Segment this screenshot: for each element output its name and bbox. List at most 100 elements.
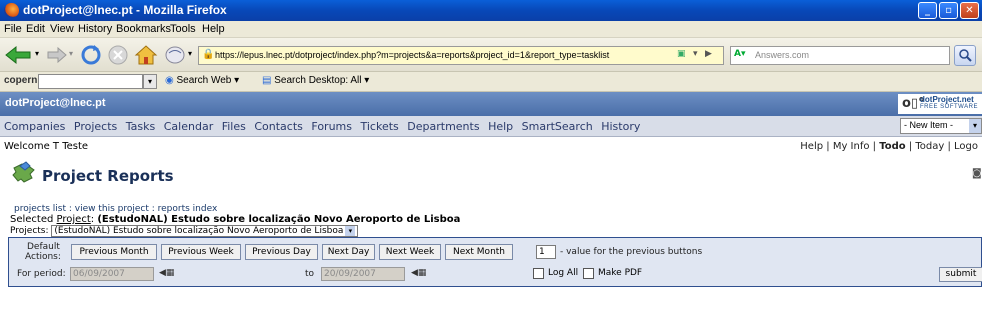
new-item-select[interactable]: - New Item - ▾ xyxy=(900,118,982,134)
copernic-search-input[interactable] xyxy=(38,74,143,89)
home-icon[interactable] xyxy=(134,43,158,67)
to-calendar-icon[interactable]: ◀▦ xyxy=(411,268,426,278)
default-actions-label-2: Actions: xyxy=(25,252,61,262)
welcome-text: Welcome T Teste xyxy=(4,141,89,152)
reload-icon[interactable] xyxy=(80,44,102,66)
search-go-button[interactable] xyxy=(954,45,976,66)
nav-departments[interactable]: Departments xyxy=(407,120,479,133)
search-box[interactable]: A▾ Answers.com xyxy=(730,46,950,65)
todo-link[interactable]: Todo xyxy=(879,141,905,152)
desktop-icon: ▤ xyxy=(262,75,272,86)
nav-help[interactable]: Help xyxy=(488,120,513,133)
maximize-button[interactable]: ▫ xyxy=(939,2,958,19)
from-calendar-icon[interactable]: ◀▦ xyxy=(159,268,174,278)
logout-link[interactable]: Logo xyxy=(954,141,978,152)
next-month-button[interactable]: Next Month xyxy=(445,244,513,260)
app-header: dotProject@lnec.pt xyxy=(0,92,982,116)
app-navigation: Companies Projects Tasks Calendar Files … xyxy=(0,116,982,137)
url-dropdown-icon[interactable]: ▾ xyxy=(693,49,698,59)
url-bar[interactable]: 🔒 https://lepus.lnec.pt/dotproject/index… xyxy=(198,46,724,65)
back-dropdown-icon[interactable]: ▾ xyxy=(35,49,39,58)
app-brand[interactable]: dotProject@lnec.pt xyxy=(5,97,106,109)
nav-history[interactable]: History xyxy=(601,120,640,133)
projects-label: Projects: xyxy=(10,226,52,236)
menu-history[interactable]: History xyxy=(78,23,112,35)
nav-files[interactable]: Files xyxy=(222,120,246,133)
menu-file[interactable]: File xyxy=(4,23,22,35)
globe-icon: ◉ xyxy=(165,75,174,86)
nav-calendar[interactable]: Calendar xyxy=(164,120,213,133)
today-link[interactable]: Today xyxy=(915,141,944,152)
minimize-button[interactable]: _ xyxy=(918,2,937,19)
separator: | xyxy=(944,141,955,152)
stop-icon[interactable] xyxy=(107,44,129,66)
menu-bookmarks[interactable]: Bookmarks xyxy=(116,23,171,35)
separator: | xyxy=(869,141,880,152)
search-desktop-label: Search Desktop: All xyxy=(274,75,362,86)
next-day-button[interactable]: Next Day xyxy=(322,244,375,260)
to-date-input[interactable]: 20/09/2007 xyxy=(321,267,405,281)
previous-month-button[interactable]: Previous Month xyxy=(71,244,157,260)
menu-tools[interactable]: Tools xyxy=(170,23,196,35)
ssl-icon[interactable]: ▣ xyxy=(677,49,686,59)
my-info-link[interactable]: My Info xyxy=(833,141,870,152)
copernic-dropdown-icon[interactable]: ▾ xyxy=(143,74,157,89)
firefox-icon xyxy=(4,3,19,18)
search-placeholder: Answers.com xyxy=(755,50,810,60)
page-dropdown-icon[interactable]: ▾ xyxy=(188,49,192,58)
breadcrumb[interactable]: projects list : view this project : repo… xyxy=(14,204,217,214)
previous-week-button[interactable]: Previous Week xyxy=(161,244,241,260)
search-engine-icon[interactable]: A▾ xyxy=(734,49,745,59)
menu-edit[interactable]: Edit xyxy=(26,23,45,35)
logo-line-1: dotProject.net xyxy=(920,95,974,104)
search-web-label: Search Web xyxy=(176,75,232,86)
nav-tasks[interactable]: Tasks xyxy=(126,120,155,133)
forward-icon[interactable] xyxy=(46,47,68,63)
separator: | xyxy=(823,141,833,152)
project-select[interactable]: (EstudoNAL) Estudo sobre localização Nov… xyxy=(51,225,359,237)
help-link[interactable]: Help xyxy=(800,141,823,152)
search-web-button[interactable]: ◉ Search Web ▾ xyxy=(165,75,239,86)
url-text[interactable]: https://lepus.lnec.pt/dotproject/index.p… xyxy=(215,50,609,60)
project-select-value: (EstudoNAL) Estudo sobre localização Nov… xyxy=(54,226,344,236)
search-desktop-button[interactable]: ▤ Search Desktop: All ▾ xyxy=(262,75,369,86)
nav-companies[interactable]: Companies xyxy=(4,120,65,133)
project-select-dropdown-icon[interactable]: ▾ xyxy=(345,226,356,236)
submit-button[interactable]: submit xyxy=(939,267,982,282)
site-identity-icon[interactable]: 🔒 xyxy=(202,49,214,60)
go-icon[interactable]: ▶ xyxy=(705,49,712,59)
nav-contacts[interactable]: Contacts xyxy=(254,120,303,133)
copernic-toolbar: copernic ▾ ◉ Search Web ▾ ▤ Search Deskt… xyxy=(0,72,982,92)
dotproject-logo[interactable]: o▯° dotProject.net FREE SOFTWARE xyxy=(898,94,982,114)
page-icon[interactable] xyxy=(164,44,186,66)
new-item-dropdown-icon[interactable]: ▾ xyxy=(969,119,981,133)
navigation-toolbar: ▾ ▾ ▾ 🔒 https://lepus.lnec.pt/dotproject… xyxy=(0,38,982,72)
reports-puzzle-icon xyxy=(12,161,35,183)
menu-help[interactable]: Help xyxy=(202,23,225,35)
report-form: Default Actions: Previous Month Previous… xyxy=(8,237,982,287)
nav-tickets[interactable]: Tickets xyxy=(361,120,399,133)
projects-row: Projects: (EstudoNAL) Estudo sobre local… xyxy=(10,225,359,237)
menu-view[interactable]: View xyxy=(50,23,74,35)
from-date-input[interactable]: 06/09/2007 xyxy=(70,267,154,281)
page-title: Project Reports xyxy=(42,167,174,185)
previous-day-button[interactable]: Previous Day xyxy=(245,244,318,260)
make-pdf-label: Make PDF xyxy=(598,268,643,278)
back-icon[interactable] xyxy=(4,45,34,65)
forward-dropdown-icon[interactable]: ▾ xyxy=(69,49,73,58)
magnifier-icon xyxy=(959,49,972,62)
value-input[interactable]: 1 xyxy=(536,245,556,259)
help-icon[interactable]: ◙ xyxy=(972,168,982,179)
default-actions-label-1: Default xyxy=(27,242,60,252)
menu-bar: File Edit View History Bookmarks Tools H… xyxy=(0,21,982,38)
value-help-text: - value for the previous buttons xyxy=(560,247,703,257)
nav-smartsearch[interactable]: SmartSearch xyxy=(522,120,593,133)
nav-forums[interactable]: Forums xyxy=(311,120,352,133)
next-week-button[interactable]: Next Week xyxy=(379,244,441,260)
log-all-checkbox[interactable] xyxy=(533,268,544,279)
selected-label: Selected xyxy=(10,214,57,225)
make-pdf-checkbox[interactable] xyxy=(583,268,594,279)
nav-projects[interactable]: Projects xyxy=(74,120,117,133)
close-button[interactable]: ✕ xyxy=(960,2,979,19)
project-link[interactable]: Project xyxy=(57,214,91,225)
